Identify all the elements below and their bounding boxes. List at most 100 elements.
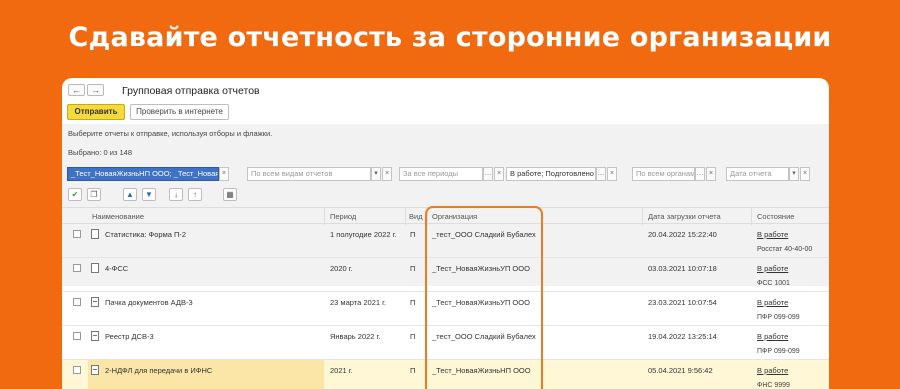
close-icon: × xyxy=(708,170,714,177)
report-period: 23 марта 2021 г. xyxy=(330,298,387,307)
status-select-button[interactable]: … xyxy=(596,167,606,181)
state-link[interactable]: В работе xyxy=(757,366,788,375)
report-type-clear-button[interactable]: × xyxy=(382,167,392,181)
sort-za-icon: ↑ xyxy=(193,190,197,199)
report-organization: _тест_ООО Сладкий Бубалех xyxy=(432,332,536,341)
column-divider xyxy=(405,208,406,225)
state-link[interactable]: В работе xyxy=(757,332,788,341)
column-header-state[interactable]: Состояние xyxy=(757,212,794,221)
report-organization: _Тест_НоваяЖизньУП ООО xyxy=(432,298,530,307)
row-checkbox[interactable] xyxy=(73,298,81,306)
close-icon: × xyxy=(609,170,615,177)
row-checkbox[interactable] xyxy=(73,332,81,340)
close-icon: × xyxy=(802,170,808,177)
report-date-dropdown[interactable]: ▾ xyxy=(789,167,799,181)
chevron-down-icon: ▾ xyxy=(792,170,796,177)
more-icon: … xyxy=(696,170,704,177)
column-header-upload-date[interactable]: Дата загрузки отчета xyxy=(648,212,721,221)
table-row[interactable]: Пачка документов АДВ-3 23 марта 2021 г. … xyxy=(62,292,829,326)
check-online-button[interactable]: Проверить в интернете xyxy=(130,104,229,120)
send-button[interactable]: Отправить xyxy=(67,104,125,120)
report-period: 2021 г. xyxy=(330,366,353,375)
close-icon: × xyxy=(496,170,502,177)
state-link[interactable]: В работе xyxy=(757,230,788,239)
column-divider xyxy=(751,208,752,225)
package-document-icon xyxy=(91,297,99,307)
report-type-dropdown[interactable]: ▾ xyxy=(371,167,381,181)
status-clear-button[interactable]: × xyxy=(607,167,617,181)
report-period: Январь 2022 г. xyxy=(330,332,381,341)
report-upload-date: 23.03.2021 10:07:54 xyxy=(648,298,717,307)
report-type-filter[interactable]: По всем видам отчетов xyxy=(247,167,371,181)
report-name: Реестр ДСВ-3 xyxy=(105,332,154,341)
sort-ascending-button[interactable]: ↓ xyxy=(169,188,183,201)
more-icon: … xyxy=(484,170,492,177)
report-organization: _Тест_НоваяЖизньУП ООО xyxy=(432,264,530,273)
report-kind: П xyxy=(410,332,416,341)
move-up-button[interactable]: ▲ xyxy=(123,188,137,201)
row-checkbox[interactable] xyxy=(73,230,81,238)
agency-code: ПФР 099-099 xyxy=(757,348,800,355)
report-kind: П xyxy=(410,298,416,307)
forward-button[interactable]: → xyxy=(87,84,104,96)
agency-filter[interactable]: По всем органам xyxy=(632,167,695,181)
report-kind: П xyxy=(410,264,416,273)
report-period: 2020 г. xyxy=(330,264,353,273)
state-link[interactable]: В работе xyxy=(757,264,788,273)
close-icon: × xyxy=(384,170,390,177)
table-row-selected[interactable]: 2-НДФЛ для передачи в ИФНС 2021 г. П _Те… xyxy=(62,360,829,389)
back-button[interactable]: ← xyxy=(68,84,85,96)
period-clear-button[interactable]: × xyxy=(494,167,504,181)
hint-text: Выберите отчеты к отправке, используя от… xyxy=(68,129,273,138)
table-settings-button[interactable]: ▦ xyxy=(223,188,237,201)
report-date-filter[interactable]: Дата отчета xyxy=(726,167,789,181)
title-bar: ← → Групповая отправка отчетов xyxy=(62,78,829,102)
table-header: Наименование Период Вид Организация Дата… xyxy=(62,207,829,225)
column-header-period[interactable]: Период xyxy=(330,212,356,221)
row-checkbox[interactable] xyxy=(73,366,81,374)
report-kind: П xyxy=(410,366,416,375)
agency-code: ПФР 099-099 xyxy=(757,314,800,321)
copy-icon: ❐ xyxy=(90,190,98,199)
document-icon xyxy=(91,263,99,273)
report-kind: П xyxy=(410,230,416,239)
report-period: 1 полугодие 2022 г. xyxy=(330,230,397,239)
column-divider xyxy=(427,208,428,225)
chevron-down-icon: ▾ xyxy=(374,170,378,177)
agency-code: ФСС 1001 xyxy=(757,280,790,287)
table-row[interactable]: Статистика: Форма П-2 1 полугодие 2022 г… xyxy=(62,224,829,258)
agency-code: Росстат 40-40-00 xyxy=(757,246,813,253)
agency-clear-button[interactable]: × xyxy=(706,167,716,181)
report-date-clear-button[interactable]: × xyxy=(800,167,810,181)
column-header-kind[interactable]: Вид xyxy=(409,212,423,221)
table-settings-icon: ▦ xyxy=(226,190,234,199)
close-icon: × xyxy=(221,170,227,177)
sort-descending-button[interactable]: ↑ xyxy=(188,188,202,201)
table-row[interactable]: Реестр ДСВ-3 Январь 2022 г. П _тест_ООО … xyxy=(62,326,829,360)
sort-az-icon: ↓ xyxy=(174,190,178,199)
period-filter[interactable]: За все периоды xyxy=(399,167,483,181)
period-select-button[interactable]: … xyxy=(483,167,493,181)
state-link[interactable]: В работе xyxy=(757,298,788,307)
document-icon xyxy=(91,229,99,239)
column-header-organization[interactable]: Организация xyxy=(432,212,477,221)
organization-clear-button[interactable]: × xyxy=(219,167,229,181)
agency-select-button[interactable]: … xyxy=(695,167,705,181)
report-upload-date: 19.04.2022 13:25:14 xyxy=(648,332,717,341)
column-header-name[interactable]: Наименование xyxy=(92,212,144,221)
move-down-button[interactable]: ▼ xyxy=(142,188,156,201)
report-name: Статистика: Форма П-2 xyxy=(105,230,187,239)
promo-headline: Сдавайте отчетность за сторонние организ… xyxy=(68,22,832,53)
organization-filter[interactable]: _Тест_НоваяЖизньНП ООО; _Тест_НоваяЖ... xyxy=(67,167,219,181)
package-document-icon xyxy=(91,365,99,375)
table-row[interactable]: 4-ФСС 2020 г. П _Тест_НоваяЖизньУП ООО 0… xyxy=(62,258,829,292)
report-name: 4-ФСС xyxy=(105,264,129,273)
agency-code: ФНС 9999 xyxy=(757,382,790,389)
status-filter[interactable]: В работе; Подготовлено xyxy=(506,167,596,181)
app-window: ← → Групповая отправка отчетов Отправить… xyxy=(62,78,829,389)
check-all-button[interactable]: ✔ xyxy=(68,188,82,201)
arrow-down-icon: ▼ xyxy=(145,190,153,199)
copy-button[interactable]: ❐ xyxy=(87,188,101,201)
check-all-icon: ✔ xyxy=(71,190,79,199)
row-checkbox[interactable] xyxy=(73,264,81,272)
